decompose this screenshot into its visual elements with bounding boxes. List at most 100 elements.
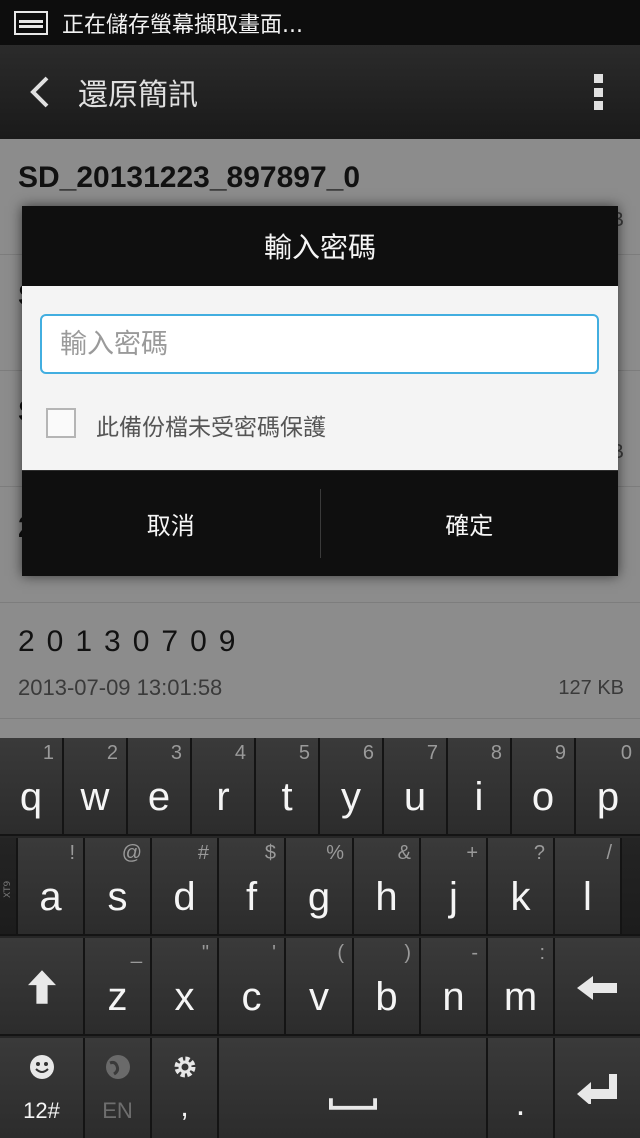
- key-label: j: [449, 875, 458, 919]
- key-hint: @: [121, 842, 142, 864]
- key-label: g: [307, 875, 331, 919]
- key-hint: _: [130, 942, 142, 964]
- list-item-title: SD_20131223_897897_0: [18, 161, 360, 194]
- key-hint: ): [404, 942, 411, 964]
- key-v[interactable]: (v: [286, 938, 354, 1036]
- comma-key[interactable]: ,: [152, 1038, 219, 1138]
- key-label: z: [107, 975, 128, 1019]
- key-q[interactable]: 1q: [0, 738, 64, 836]
- key-o[interactable]: 9o: [512, 738, 576, 836]
- key-i[interactable]: 8i: [448, 738, 512, 836]
- symbols-key[interactable]: 12#: [0, 1038, 85, 1138]
- key-label: a: [39, 875, 62, 919]
- key-n[interactable]: -n: [421, 938, 488, 1036]
- unprotected-checkbox[interactable]: [46, 408, 76, 438]
- password-dialog: 輸入密碼 此備份檔未受密碼保護 取消 確定: [22, 206, 618, 576]
- key-t[interactable]: 5t: [256, 738, 320, 836]
- key-label: f: [245, 875, 258, 919]
- cancel-button[interactable]: 取消: [22, 471, 320, 576]
- language-key[interactable]: EN: [85, 1038, 152, 1138]
- key-z[interactable]: _ z: [85, 938, 152, 1036]
- key-p[interactable]: 0p: [576, 738, 640, 836]
- key-hint: #: [197, 842, 209, 864]
- screenshot-icon: [14, 10, 48, 35]
- password-input[interactable]: [40, 314, 599, 374]
- key-hint: 7: [426, 742, 438, 764]
- key-g[interactable]: % g: [286, 838, 354, 936]
- key-hint: /: [606, 842, 612, 864]
- status-bar: 正在儲存螢幕擷取畫面...: [0, 0, 640, 45]
- key-e[interactable]: 3e: [128, 738, 192, 836]
- shift-key[interactable]: [0, 938, 85, 1036]
- checkbox-label: 此備份檔未受密碼保護: [96, 415, 326, 441]
- backspace-arrow-icon: [577, 976, 617, 1000]
- key-hint: -: [471, 942, 478, 964]
- key-hint: 9: [554, 742, 566, 764]
- key-hint: ?: [533, 842, 545, 864]
- key-label: u: [403, 775, 427, 819]
- action-bar: 還原簡訊: [0, 45, 640, 139]
- key-j[interactable]: + j: [421, 838, 488, 936]
- key-a[interactable]: ! a: [18, 838, 85, 936]
- xt9-label: XT9: [3, 880, 13, 898]
- space-bar-icon: [329, 1098, 377, 1110]
- key-label: b: [375, 975, 398, 1019]
- key-hint: +: [466, 842, 478, 864]
- key-hint: (: [337, 942, 344, 964]
- key-l[interactable]: / l: [555, 838, 622, 936]
- symbols-label: 12#: [23, 1098, 60, 1123]
- globe-icon: [106, 1055, 130, 1079]
- key-hint: 3: [170, 742, 182, 764]
- key-hint: ': [272, 942, 276, 964]
- key-w[interactable]: 2w: [64, 738, 128, 836]
- settings-gear-icon: [174, 1056, 196, 1078]
- key-hint: !: [69, 842, 75, 864]
- key-u[interactable]: 7u: [384, 738, 448, 836]
- list-item[interactable]: 20130709 2013-07-09 13:01:58 127 KB: [0, 603, 640, 719]
- list-item-date: 2013-07-09 13:01:58: [18, 675, 223, 700]
- key-m[interactable]: :m: [488, 938, 555, 1036]
- key-label: i: [474, 775, 484, 819]
- key-label: n: [442, 975, 465, 1019]
- dialog-body: 此備份檔未受密碼保護: [22, 286, 618, 470]
- backspace-key[interactable]: [555, 938, 640, 1036]
- enter-arrow-icon: [577, 1074, 617, 1104]
- list-item-title: 20130709: [18, 625, 248, 658]
- key-label: s: [107, 875, 128, 919]
- key-label: w: [80, 775, 110, 819]
- key-r[interactable]: 4r: [192, 738, 256, 836]
- key-label: t: [281, 775, 293, 819]
- key-label: p: [596, 775, 620, 819]
- key-hint: %: [326, 842, 344, 864]
- dialog-title: 輸入密碼: [263, 231, 376, 264]
- key-s[interactable]: @ s: [85, 838, 152, 936]
- key-f[interactable]: $ f: [219, 838, 286, 936]
- key-h[interactable]: & h: [354, 838, 421, 936]
- key-label: c: [241, 975, 262, 1019]
- key-k[interactable]: ? k: [488, 838, 555, 936]
- key-label: m: [503, 975, 538, 1019]
- key-b[interactable]: ) b: [354, 938, 421, 1036]
- key-hint: 0: [620, 742, 632, 764]
- soft-keyboard: 1q 2w 3e 4r 5t 6y 7u 8i 9o 0p XT9 ! a @ s …: [0, 738, 640, 1138]
- back-arrow-icon[interactable]: [10, 45, 70, 139]
- key-label: e: [147, 775, 171, 819]
- overflow-menu-icon[interactable]: [594, 74, 604, 110]
- enter-key[interactable]: [555, 1038, 640, 1138]
- key-label: k: [510, 875, 531, 919]
- period-key[interactable]: .: [488, 1038, 555, 1138]
- key-c[interactable]: ' c: [219, 938, 286, 1036]
- xt9-indicator: XT9: [0, 838, 18, 936]
- space-key[interactable]: [219, 1038, 488, 1138]
- key-label: d: [173, 875, 196, 919]
- page-title: 還原簡訊: [78, 78, 198, 113]
- key-label: v: [309, 975, 329, 1019]
- key-x[interactable]: " x: [152, 938, 219, 1036]
- key-hint: 1: [42, 742, 54, 764]
- key-label: l: [583, 875, 592, 919]
- confirm-button[interactable]: 確定: [321, 471, 619, 576]
- comma-label: ,: [180, 1090, 189, 1123]
- key-d[interactable]: # d: [152, 838, 219, 936]
- key-hint: 4: [234, 742, 246, 764]
- key-y[interactable]: 6y: [320, 738, 384, 836]
